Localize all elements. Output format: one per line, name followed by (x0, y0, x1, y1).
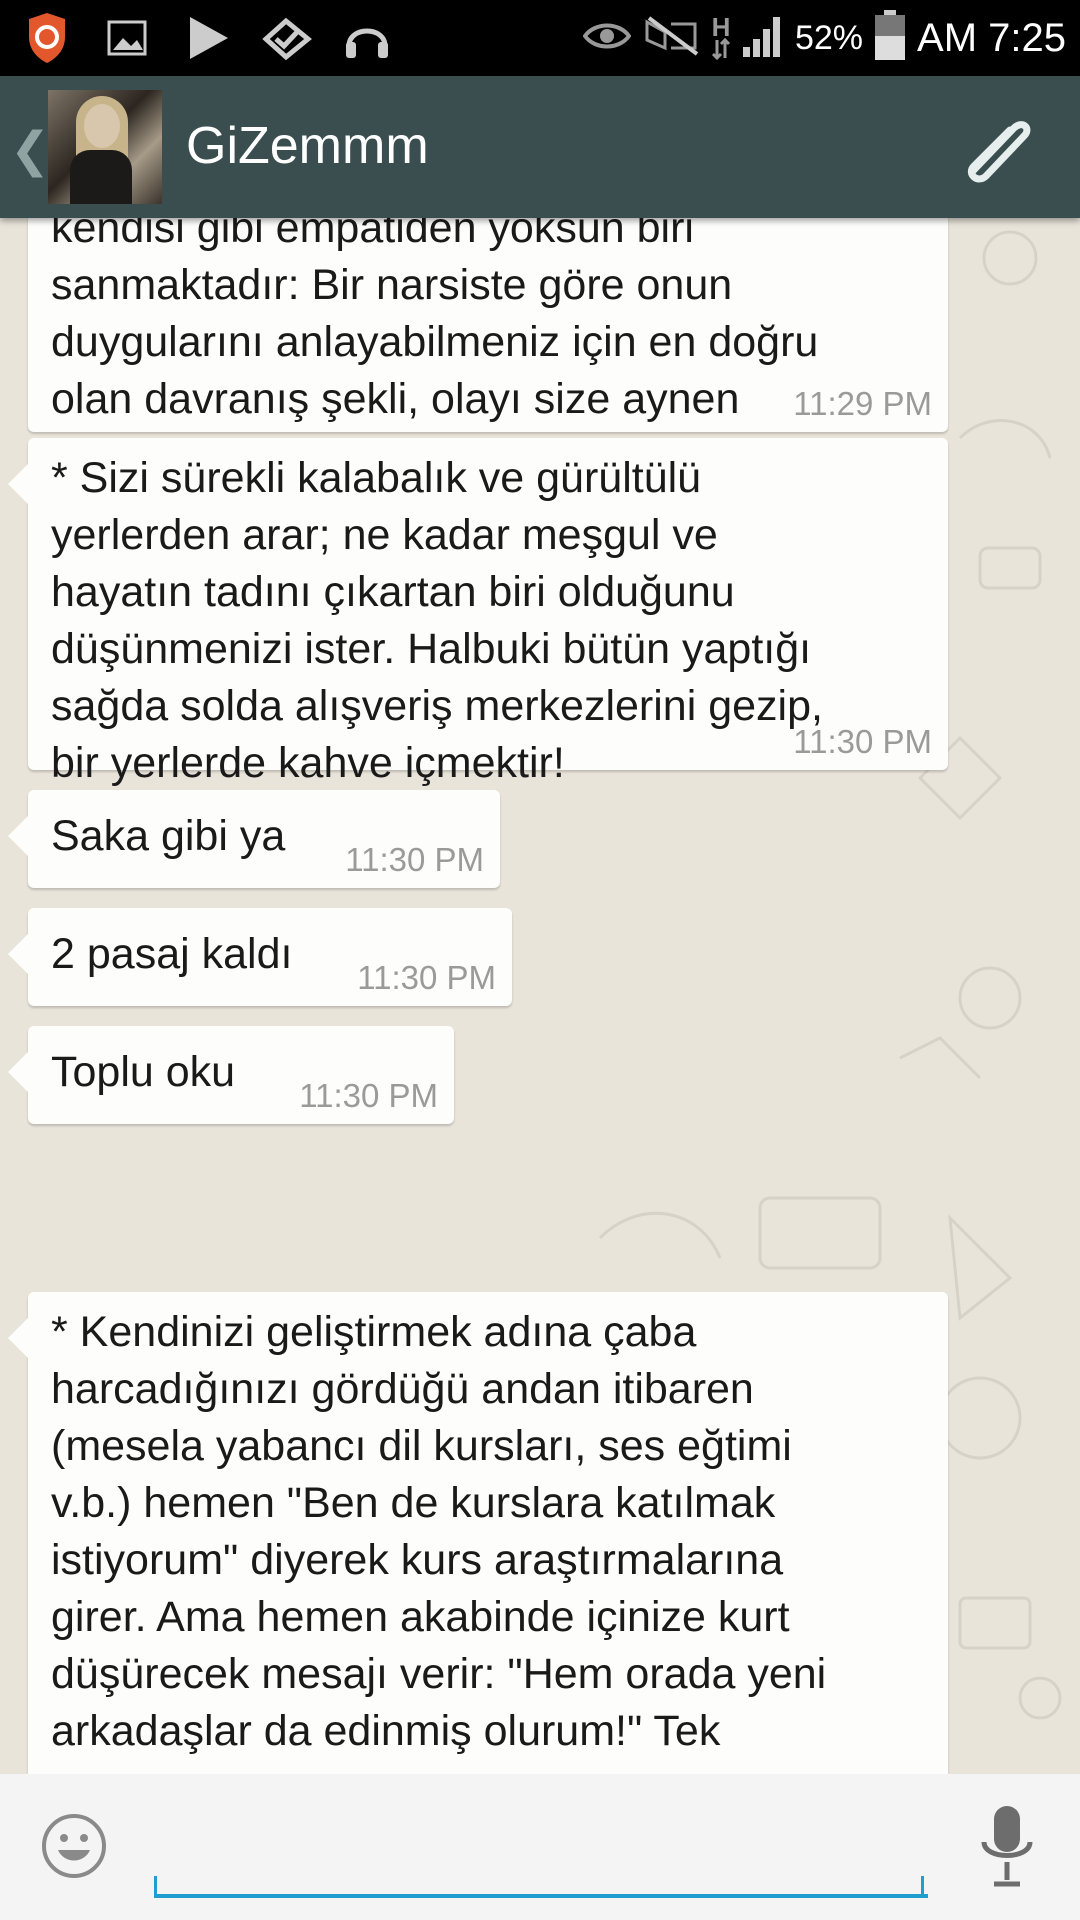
image-icon (98, 10, 156, 66)
message-time: 11:30 PM (793, 723, 932, 760)
composer-bar (0, 1774, 1080, 1920)
shield-icon (18, 10, 76, 66)
back-arrow-icon[interactable]: ❮ (10, 122, 50, 178)
contact-name[interactable]: GiZemmm (186, 116, 429, 176)
headphones-icon (338, 10, 396, 66)
message-time: 11:30 PM (345, 841, 484, 878)
status-bar: H 52% AM 7:25 (0, 0, 1080, 76)
battery-percent: 52% (794, 18, 864, 57)
message-bubble[interactable]: 2 pasaj kaldı 11:30 PM (8, 908, 512, 1006)
network-icon: H (711, 12, 731, 60)
mute-icon (641, 14, 701, 63)
eye-icon (582, 19, 632, 58)
message-text: * Kendinizi geliştirmek adına çaba harca… (51, 1308, 827, 1755)
chat-header: ❮ GiZemmm (0, 76, 1080, 218)
message-bubble[interactable]: * Sizi sürekli kalabalık ve gürültülü ye… (8, 438, 948, 787)
check-icon (258, 10, 316, 66)
message-list[interactable]: kendisi gibi empatiden yoksun biri sanma… (0, 218, 1080, 1774)
contact-avatar[interactable] (48, 90, 162, 204)
attach-icon[interactable] (952, 102, 1042, 192)
message-bubble[interactable]: Toplu oku 11:30 PM (8, 1026, 454, 1124)
message-time: 11:30 PM (299, 1077, 438, 1114)
clock: AM 7:25 (917, 15, 1066, 60)
battery-icon (873, 9, 907, 67)
network-type-label: H (711, 12, 731, 42)
message-input[interactable] (154, 1804, 928, 1898)
message-bubble[interactable]: kendisi gibi empatiden yoksun biri sanma… (28, 218, 948, 480)
play-icon (178, 10, 236, 66)
message-bubble[interactable]: * Kendinizi geliştirmek adına çaba harca… (8, 1292, 948, 1774)
message-bubble[interactable]: Saka gibi ya 11:30 PM (8, 790, 500, 888)
message-time: 11:29 PM (793, 385, 932, 422)
message-time: 11:30 PM (357, 959, 496, 996)
microphone-icon[interactable] (978, 1804, 1036, 1890)
cell-signal-icon (741, 13, 785, 64)
emoji-icon[interactable] (40, 1812, 108, 1880)
